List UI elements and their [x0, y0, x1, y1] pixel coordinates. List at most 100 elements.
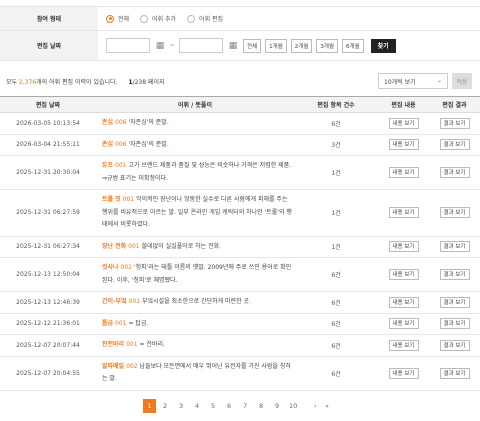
table-header-row: 편집 날짜 어휘 / 뜻풀이 편집 항목 건수 편집 내용 편집 결과: [0, 96, 480, 113]
period-2m-button[interactable]: 2개월: [290, 38, 313, 53]
table-row: 2025-12-07 20:04:55 알파메일 002 남들보다 모든면에서 매우 …: [0, 356, 480, 391]
page-3-link[interactable]: 3: [179, 399, 183, 413]
apply-button[interactable]: 적용: [452, 73, 472, 89]
view-content-button[interactable]: 내용 보기: [388, 167, 419, 178]
find-button[interactable]: 찾기: [370, 38, 396, 53]
view-result-button[interactable]: 결과 보기: [439, 339, 470, 351]
radio-dot[interactable]: [187, 14, 196, 23]
result-cell: 결과 보기: [429, 334, 480, 357]
word-definition: 장난 전화 001 쓸데없이 실실풀이로 하는 전화.: [96, 236, 294, 258]
table-row: 2025-12-31 06:27:34 장난 전화 001 쓸데없이 실실풀이로 하는…: [0, 236, 480, 258]
word-link[interactable]: 듀프: [102, 162, 113, 169]
result-cell: 결과 보기: [429, 257, 480, 292]
view-result-button[interactable]: 결과 보기: [439, 318, 470, 330]
word-link[interactable]: 존심: [102, 141, 113, 148]
next-page-icon[interactable]: ›: [314, 399, 317, 413]
edit-item-count: 1건: [294, 155, 378, 190]
col-content-header: 편집 내용: [378, 96, 429, 113]
view-result-button[interactable]: 결과 보기: [439, 117, 470, 129]
word-link[interactable]: 장난 전화: [102, 243, 126, 250]
edit-item-count: 3건: [294, 134, 378, 156]
word-link[interactable]: 존심: [102, 119, 113, 126]
period-all-button[interactable]: 전체: [243, 38, 262, 53]
edit-item-count: 1건: [294, 236, 378, 258]
result-cell: 결과 보기: [429, 236, 480, 258]
type-filter-label: 참여 형태: [0, 7, 98, 30]
view-content-button[interactable]: 내용 보기: [388, 241, 419, 253]
view-content-button[interactable]: 내용 보기: [388, 117, 419, 129]
calendar-icon[interactable]: ▦: [154, 41, 166, 51]
table-row: 2025-12-13 12:46:39 간이-부엌 001 부엌시설을 최소한으로 간…: [0, 291, 480, 314]
view-result-button[interactable]: 결과 보기: [439, 139, 470, 151]
radio-dot[interactable]: [140, 14, 149, 23]
last-page-icon[interactable]: »: [325, 399, 329, 413]
edit-item-count: 6건: [294, 112, 378, 135]
edit-date: 2025-12-12 21:36:01: [0, 313, 96, 335]
date-filter-label: 편집 날짜: [0, 31, 98, 60]
word-link[interactable]: 잔전바리: [102, 341, 124, 348]
view-content-button[interactable]: 내용 보기: [388, 296, 419, 308]
period-1m-button[interactable]: 1개월: [265, 38, 287, 53]
view-content-button[interactable]: 내용 보기: [388, 367, 419, 379]
edit-item-count: 6건: [294, 291, 378, 314]
word-link[interactable]: 트롤 짓: [102, 196, 121, 203]
word-sense-number: 001: [115, 162, 127, 169]
date-separator: ~: [170, 42, 176, 49]
view-content-button[interactable]: 내용 보기: [388, 139, 419, 151]
radio-edit[interactable]: 어휘 편집: [187, 14, 223, 23]
type-filter-row: 참여 형태 전체 어휘 추가 어휘 편집: [0, 7, 480, 31]
page-6-link[interactable]: 6: [227, 399, 231, 413]
col-word-header: 어휘 / 뜻풀이: [96, 96, 294, 113]
page-8-link[interactable]: 8: [259, 399, 263, 413]
col-result-header: 편집 결과: [429, 96, 480, 113]
word-link[interactable]: 알파메일: [102, 363, 124, 370]
page-10-link[interactable]: 10: [289, 399, 297, 413]
page-2-link[interactable]: 2: [163, 399, 167, 413]
view-content-button[interactable]: 내용 보기: [388, 339, 419, 351]
period-3m-button[interactable]: 3개월: [316, 38, 339, 53]
word-definition: 듀프 001 고가 브랜드 제품과 품질 및 성능은 비슷하나 가격은 저렴한 제품…: [96, 155, 294, 190]
edit-date: 2025-12-31 06:27:59: [0, 189, 96, 237]
page-5-link[interactable]: 5: [211, 399, 215, 413]
definition-text: 쓸데없이 실실풀이로 하는 전화.: [141, 242, 222, 250]
page-4-link[interactable]: 4: [195, 399, 199, 413]
word-sense-number: 002: [120, 264, 133, 271]
view-content-button[interactable]: 내용 보기: [388, 207, 419, 219]
page-9-link[interactable]: 9: [275, 399, 279, 413]
page-1-button[interactable]: 1: [143, 399, 156, 413]
radio-add[interactable]: 어휘 추가: [140, 14, 176, 23]
result-cell: 결과 보기: [429, 155, 480, 190]
view-result-button[interactable]: 결과 보기: [439, 207, 470, 219]
radio-all[interactable]: 전체: [106, 14, 129, 23]
view-result-button[interactable]: 결과 보기: [439, 241, 470, 253]
content-cell: 내용 보기: [378, 112, 429, 135]
view-result-button[interactable]: 결과 보기: [439, 367, 470, 379]
word-link[interactable]: 톱금: [102, 320, 113, 327]
view-result-button[interactable]: 결과 보기: [439, 167, 470, 178]
word-sense-number: 006: [115, 140, 127, 148]
period-6m-button[interactable]: 6개월: [342, 38, 364, 53]
table-row: 2025-12-12 21:36:01 톱금 001 = 탑금. 6건 내용 보기 결과 보…: [0, 313, 480, 335]
view-content-button[interactable]: 내용 보기: [388, 269, 419, 280]
page-size-select[interactable]: 10개씩 보기 ⌄: [378, 73, 448, 89]
filter-panel: 참여 형태 전체 어휘 추가 어휘 편집 편집 날짜 ▦ ~ ▦ 전체 1개월 …: [0, 6, 480, 61]
word-link[interactable]: 컷사나: [102, 264, 119, 271]
table-row: 2025-12-31 20:30:04 듀프 001 고가 브랜드 제품과 품질 및 …: [0, 155, 480, 190]
content-cell: 내용 보기: [378, 257, 429, 292]
view-content-button[interactable]: 내용 보기: [388, 318, 419, 330]
view-result-button[interactable]: 결과 보기: [439, 296, 470, 308]
word-link[interactable]: 간이-부엌: [102, 298, 127, 305]
edit-date: 2025-12-31 20:30:04: [0, 155, 96, 190]
radio-dot-selected[interactable]: [106, 14, 114, 23]
page-7-link[interactable]: 7: [243, 399, 247, 413]
date-to-input[interactable]: [179, 38, 224, 53]
edit-date: 2025-12-07 20:07:44: [0, 334, 96, 357]
calendar-icon[interactable]: ▦: [227, 41, 239, 51]
result-count: 2,376: [18, 79, 37, 86]
view-result-button[interactable]: 결과 보기: [439, 269, 470, 280]
edit-item-count: 6건: [294, 313, 378, 335]
word-sense-number: 002: [126, 362, 138, 370]
word-definition: 간이-부엌 001 부엌시설을 최소한으로 간단하게 마련한 곳.: [96, 291, 294, 314]
result-summary: 모두 2,376개의 어휘 편집 이력이 있습니다. 1/238 페이지: [6, 79, 165, 86]
date-from-input[interactable]: [106, 38, 150, 53]
